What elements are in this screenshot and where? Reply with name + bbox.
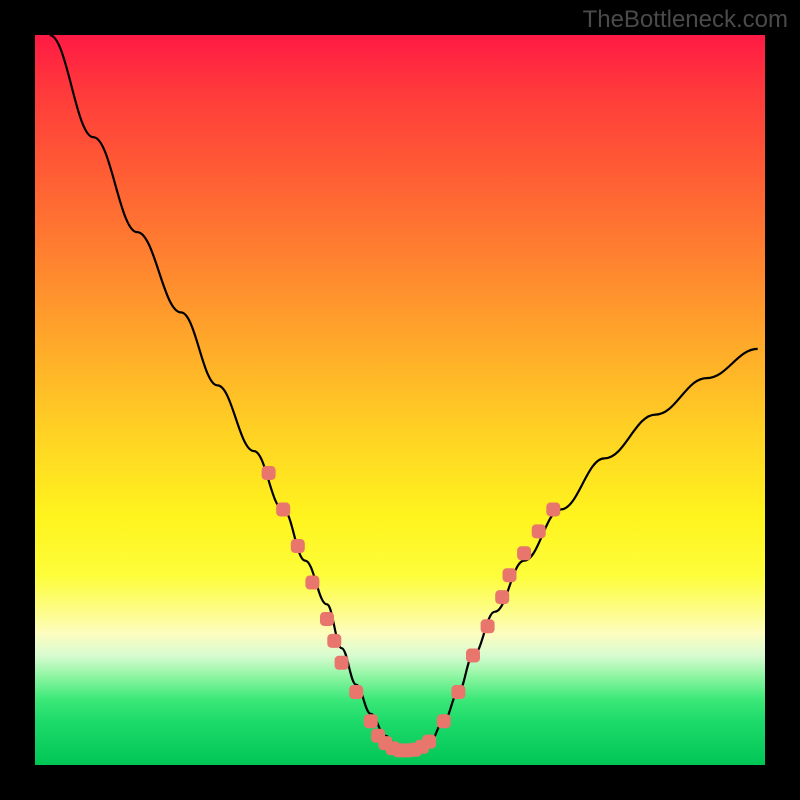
marker-point xyxy=(327,634,341,648)
marker-point xyxy=(364,714,378,728)
marker-point xyxy=(532,524,546,538)
marker-point xyxy=(503,568,517,582)
chart-svg xyxy=(35,35,765,765)
marker-point xyxy=(276,503,290,517)
marker-point xyxy=(466,649,480,663)
chart-plot-area xyxy=(35,35,765,765)
marker-point xyxy=(481,619,495,633)
curve-path xyxy=(50,35,758,750)
marker-point xyxy=(262,466,276,480)
watermark-text: TheBottleneck.com xyxy=(583,6,788,34)
marker-point xyxy=(291,539,305,553)
marker-point xyxy=(335,656,349,670)
marker-point xyxy=(349,685,363,699)
marker-point xyxy=(451,685,465,699)
marker-point xyxy=(546,503,560,517)
marker-point xyxy=(495,590,509,604)
marker-point xyxy=(517,546,531,560)
marker-point xyxy=(422,735,436,749)
marker-point xyxy=(320,612,334,626)
marker-point xyxy=(305,576,319,590)
marker-point xyxy=(437,714,451,728)
marker-group xyxy=(262,466,561,757)
